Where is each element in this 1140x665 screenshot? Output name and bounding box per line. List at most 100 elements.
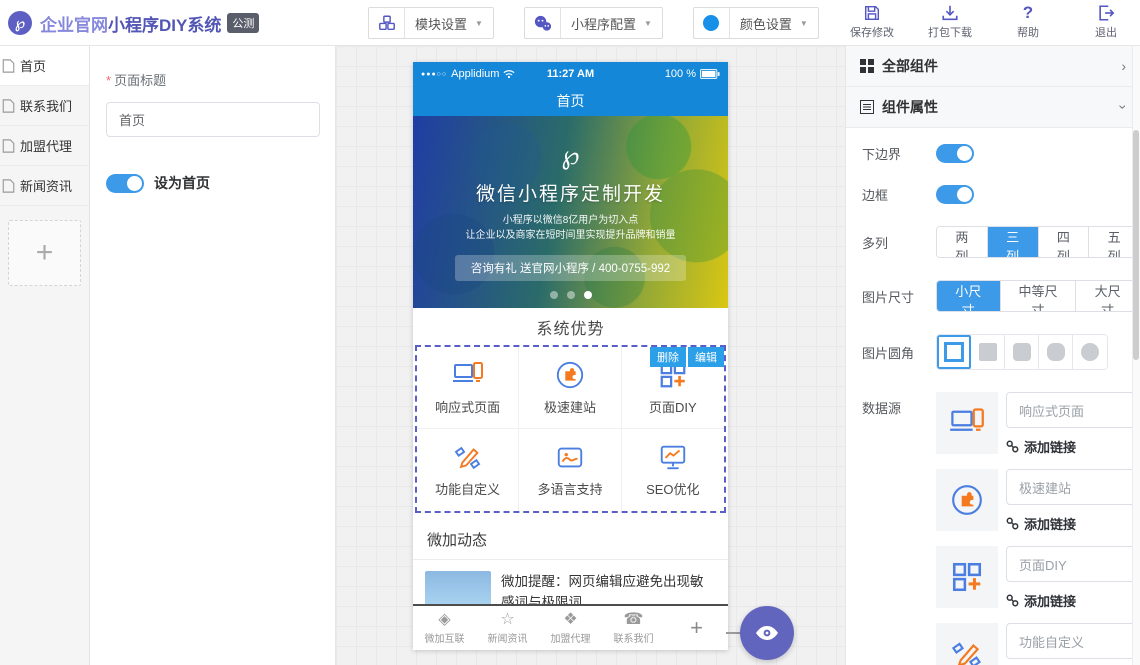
add-link-button[interactable]: 添加链接 xyxy=(1006,437,1138,456)
hero-banner[interactable]: ℘ 微信小程序定制开发 小程序以微信8亿用户为切入点 让企业以及商家在短时间里实… xyxy=(413,116,728,308)
exit-button[interactable]: 退出 xyxy=(1080,4,1132,40)
set-home-label: 设为首页 xyxy=(154,173,210,193)
header-toolbar: 模块设置 ▼ 小程序配置 ▼ 颜色设置 ▼ xyxy=(368,7,819,39)
app-title-primary: 企业官网 xyxy=(40,11,108,36)
chevron-down-icon: ▼ xyxy=(475,19,493,28)
brand: ℘ 企业官网 小程序DIY系统 公测 xyxy=(8,0,259,46)
page-item-label: 加盟代理 xyxy=(20,136,72,155)
help-button[interactable]: ? 帮助 xyxy=(1002,4,1054,40)
save-button[interactable]: 保存修改 xyxy=(846,4,898,40)
edit-badge-button[interactable]: 编辑 xyxy=(688,347,724,367)
cubes-icon xyxy=(369,8,405,38)
signal-dots-icon: ●●●○○ xyxy=(421,71,447,78)
grid-cell-custom-function[interactable]: 功能自定义 xyxy=(417,429,519,511)
sidebar-item-home[interactable]: 首页 xyxy=(0,46,89,86)
columns-option-3[interactable]: 三列 xyxy=(988,227,1039,257)
img-radius-row: 图片圆角 xyxy=(862,334,1140,370)
add-page-button[interactable]: + xyxy=(8,220,81,286)
radius-option-1[interactable] xyxy=(971,335,1005,369)
sidebar-item-agency[interactable]: 加盟代理 xyxy=(0,126,89,166)
datasource-title-input[interactable] xyxy=(1006,546,1138,582)
app-header: ℘ 企业官网 小程序DIY系统 公测 模块设置 ▼ 小程序 xyxy=(0,0,1140,46)
exit-label: 退出 xyxy=(1095,24,1117,40)
img-size-small[interactable]: 小尺寸 xyxy=(937,281,1001,311)
phone-statusbar: ●●●○○ Applidium 11:27 AM 100 % xyxy=(413,62,728,86)
columns-option-2[interactable]: 两列 xyxy=(937,227,988,257)
delete-badge-button[interactable]: 删除 xyxy=(650,347,686,367)
grid-cell-responsive[interactable]: 响应式页面 xyxy=(417,347,519,429)
brand-logo-icon: ℘ xyxy=(8,11,32,35)
advantages-section-title: 系统优势 xyxy=(413,308,728,345)
datasource-title-input[interactable] xyxy=(1006,623,1138,659)
color-settings-button[interactable]: 颜色设置 ▼ xyxy=(693,7,819,39)
miniprogram-config-button[interactable]: 小程序配置 ▼ xyxy=(524,7,663,39)
radius-option-4[interactable] xyxy=(1073,335,1107,369)
page-item-label: 新闻资讯 xyxy=(20,176,72,195)
add-link-button[interactable]: 添加链接 xyxy=(1006,591,1138,610)
design-canvas: ●●●○○ Applidium 11:27 AM 100 % xyxy=(336,46,845,665)
add-link-button[interactable]: 添加链接 xyxy=(1006,514,1138,533)
bottom-border-toggle[interactable] xyxy=(936,144,974,163)
radius-option-2[interactable] xyxy=(1005,335,1039,369)
preview-eye-button[interactable] xyxy=(740,606,794,660)
tab-add-button[interactable]: + xyxy=(665,615,728,641)
inspector-panel: 全部组件 › 组件属性 › 下边界 边框 xyxy=(845,46,1140,665)
page-icon xyxy=(2,139,15,153)
star-icon: ☆ xyxy=(500,611,514,629)
download-icon xyxy=(941,4,959,22)
inspector-body: 下边界 边框 多列 两列 三列 四列 五列 图片 xyxy=(846,128,1140,665)
grid-cell-multilang[interactable]: 多语言支持 xyxy=(519,429,621,511)
app-root: ℘ 企业官网 小程序DIY系统 公测 模块设置 ▼ 小程序 xyxy=(0,0,1140,665)
datasource-title-input[interactable] xyxy=(1006,392,1138,428)
all-components-header[interactable]: 全部组件 › xyxy=(846,46,1140,87)
download-button[interactable]: 打包下载 xyxy=(924,4,976,40)
tab-contact[interactable]: ☎ 联系我们 xyxy=(602,611,665,645)
module-settings-label: 模块设置 xyxy=(405,14,475,33)
puzzle-icon xyxy=(555,360,585,390)
datasource-title-input[interactable] xyxy=(1006,469,1138,505)
img-size-row: 图片尺寸 小尺寸 中等尺寸 大尺寸 xyxy=(862,280,1140,312)
sidebar-item-contact[interactable]: 联系我们 xyxy=(0,86,89,126)
tab-agency[interactable]: ❖ 加盟代理 xyxy=(539,611,602,645)
eye-icon xyxy=(755,624,779,642)
chevron-down-icon: ▼ xyxy=(800,19,818,28)
border-row: 边框 xyxy=(862,185,1140,204)
color-circle-icon xyxy=(694,8,730,38)
scrollbar-thumb[interactable] xyxy=(1133,130,1139,360)
radius-option-0[interactable] xyxy=(937,335,971,369)
module-settings-button[interactable]: 模块设置 ▼ xyxy=(368,7,494,39)
chevron-right-icon: › xyxy=(1121,58,1126,74)
border-toggle[interactable] xyxy=(936,185,974,204)
carrier-label: Applidium xyxy=(451,68,499,80)
hero-cta-pill[interactable]: 咨询有礼 送官网小程序 / 400-0755-992 xyxy=(455,255,686,281)
diamond-icon: ◈ xyxy=(438,611,450,629)
img-size-large[interactable]: 大尺寸 xyxy=(1076,281,1139,311)
set-home-toggle[interactable] xyxy=(106,174,144,193)
page-settings-panel: *页面标题 设为首页 xyxy=(90,46,336,665)
pencil-icon xyxy=(452,442,484,472)
squares-plus-icon xyxy=(936,546,998,608)
columns-option-4[interactable]: 四列 xyxy=(1039,227,1090,257)
miniprogram-config-label: 小程序配置 xyxy=(561,14,644,33)
component-props-header[interactable]: 组件属性 › xyxy=(846,87,1140,128)
tab-news[interactable]: ☆ 新闻资讯 xyxy=(476,611,539,645)
hero-subtitle: 小程序以微信8亿用户为切入点 让企业以及商家在短时间里实现提升品牌和销量 xyxy=(413,213,728,243)
selected-grid-component[interactable]: 删除 编辑 响应式页面 xyxy=(415,345,726,513)
pencil-icon xyxy=(936,623,998,665)
sidebar-item-news[interactable]: 新闻资讯 xyxy=(0,166,89,206)
page-title-input[interactable] xyxy=(106,102,320,137)
datasource-item: 添加链接 xyxy=(936,469,1138,533)
components-grid-icon xyxy=(860,59,874,73)
tab-weijia[interactable]: ◈ 微加互联 xyxy=(413,611,476,645)
inspector-scrollbar[interactable] xyxy=(1132,46,1140,665)
bottom-border-row: 下边界 xyxy=(862,144,1140,163)
grid-cell-seo[interactable]: SEO优化 xyxy=(622,429,724,511)
datasource-row: 数据源 xyxy=(862,392,1140,665)
radius-option-3[interactable] xyxy=(1039,335,1073,369)
link-icon xyxy=(1006,517,1019,530)
grid-cell-fast-build[interactable]: 极速建站 xyxy=(519,347,621,429)
exit-icon xyxy=(1097,4,1115,22)
page-item-label: 联系我们 xyxy=(20,96,72,115)
img-size-medium[interactable]: 中等尺寸 xyxy=(1001,281,1077,311)
carousel-dots[interactable] xyxy=(413,291,728,299)
